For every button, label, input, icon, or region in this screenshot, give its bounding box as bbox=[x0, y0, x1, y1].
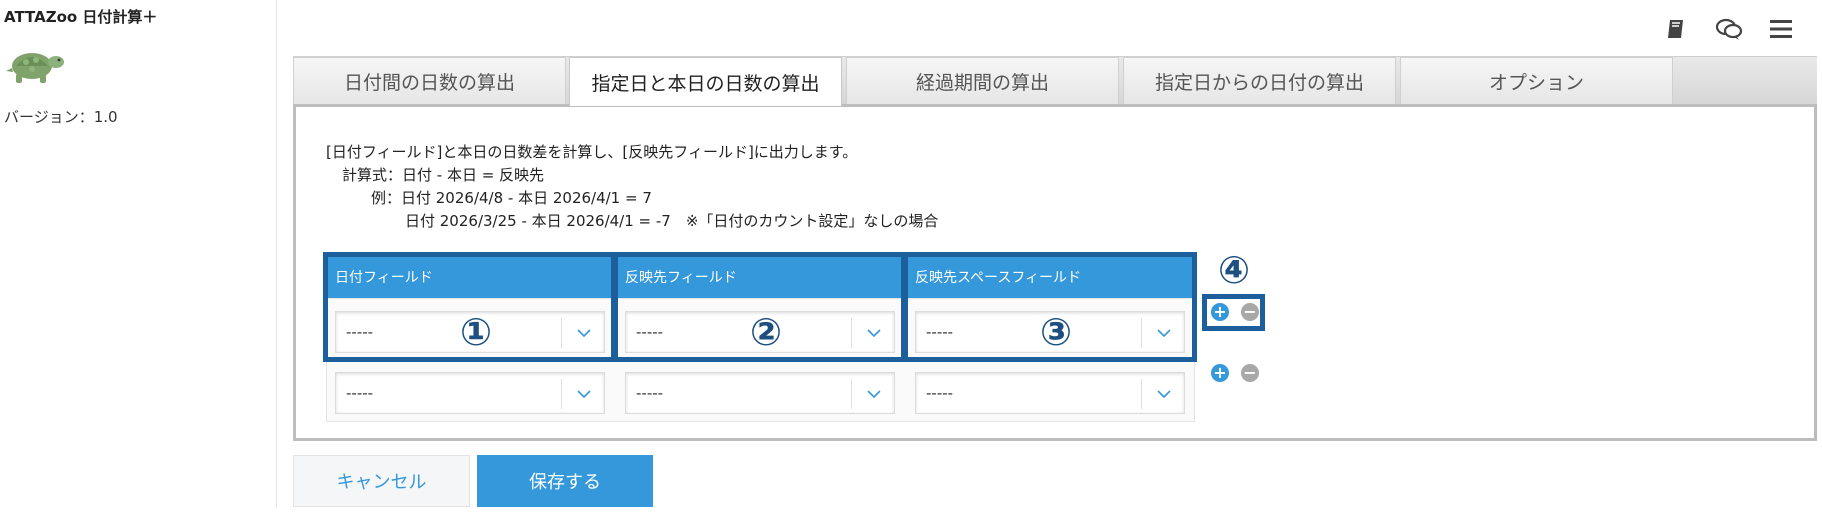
annotation-badge: ③ bbox=[1040, 310, 1073, 354]
save-button[interactable]: 保存する bbox=[477, 455, 653, 507]
example-line: 例：日付 2026/4/8 - 本日 2026/4/1 = 7 bbox=[371, 189, 652, 207]
settings-panel: [日付フィールド]と本日の日数差を計算し、[反映先フィールド]に出力します。 計… bbox=[293, 104, 1817, 441]
turtle-logo-icon bbox=[4, 44, 70, 86]
add-row-icon[interactable]: + bbox=[1211, 303, 1229, 321]
example-line-2: 日付 2026/3/25 - 本日 2026/4/1 = -7 ※「日付のカウン… bbox=[405, 212, 939, 230]
header-toolbar bbox=[1662, 14, 1796, 44]
select-value: ----- bbox=[636, 323, 664, 341]
description: [日付フィールド]と本日の日数差を計算し、[反映先フィールド]に出力します。 計… bbox=[326, 141, 938, 233]
select-value: ----- bbox=[346, 323, 374, 341]
select-value: ----- bbox=[636, 384, 664, 402]
chevron-down-icon bbox=[1157, 390, 1171, 399]
version-label: バージョン：1.0 bbox=[4, 108, 118, 126]
tab-date-from-specified[interactable]: 指定日からの日付の算出 bbox=[1123, 57, 1396, 104]
target-field-select[interactable]: ----- bbox=[625, 372, 895, 414]
chevron-down-icon bbox=[577, 329, 591, 338]
header-date-field: 日付フィールド bbox=[326, 255, 613, 298]
sidebar: ATTAZoo 日付計算＋ バージョン：1.0 bbox=[0, 0, 277, 508]
tab-days-from-today[interactable]: 指定日と本日の日数の算出 bbox=[569, 57, 842, 106]
tab-bar: 日付間の日数の算出 指定日と本日の日数の算出 経過期間の算出 指定日からの日付の… bbox=[293, 56, 1817, 106]
manual-book-icon[interactable] bbox=[1662, 14, 1692, 44]
add-row-icon[interactable]: + bbox=[1211, 364, 1229, 382]
description-line: [日付フィールド]と本日の日数差を計算し、[反映先フィールド]に出力します。 bbox=[326, 143, 858, 161]
chat-bubbles-icon[interactable] bbox=[1714, 14, 1744, 44]
cancel-button[interactable]: キャンセル bbox=[293, 455, 470, 507]
header-target-field: 反映先フィールド bbox=[616, 255, 903, 298]
annotation-badge: ② bbox=[750, 310, 783, 354]
remove-row-icon[interactable]: − bbox=[1241, 364, 1259, 382]
header-target-space-field: 反映先スペースフィールド bbox=[906, 255, 1194, 298]
tab-days-between-dates[interactable]: 日付間の日数の算出 bbox=[293, 57, 566, 104]
target-space-field-select[interactable]: ----- bbox=[915, 372, 1185, 414]
chevron-down-icon bbox=[867, 390, 881, 399]
chevron-down-icon bbox=[867, 329, 881, 338]
select-value: ----- bbox=[346, 384, 374, 402]
select-value: ----- bbox=[926, 323, 954, 341]
tab-elapsed-period[interactable]: 経過期間の算出 bbox=[846, 57, 1119, 104]
annotation-badge: ① bbox=[460, 310, 493, 354]
app-title: ATTAZoo 日付計算＋ bbox=[4, 8, 158, 26]
tab-options[interactable]: オプション bbox=[1400, 57, 1673, 104]
chevron-down-icon bbox=[577, 390, 591, 399]
remove-row-icon[interactable]: − bbox=[1241, 303, 1259, 321]
select-value: ----- bbox=[926, 384, 954, 402]
formula-line: 計算式：日付 - 本日 = 反映先 bbox=[342, 166, 545, 184]
hamburger-menu-icon[interactable] bbox=[1766, 14, 1796, 44]
chevron-down-icon bbox=[1157, 329, 1171, 338]
annotation-badge: ④ bbox=[1218, 248, 1251, 292]
date-field-select[interactable]: ----- bbox=[335, 372, 605, 414]
